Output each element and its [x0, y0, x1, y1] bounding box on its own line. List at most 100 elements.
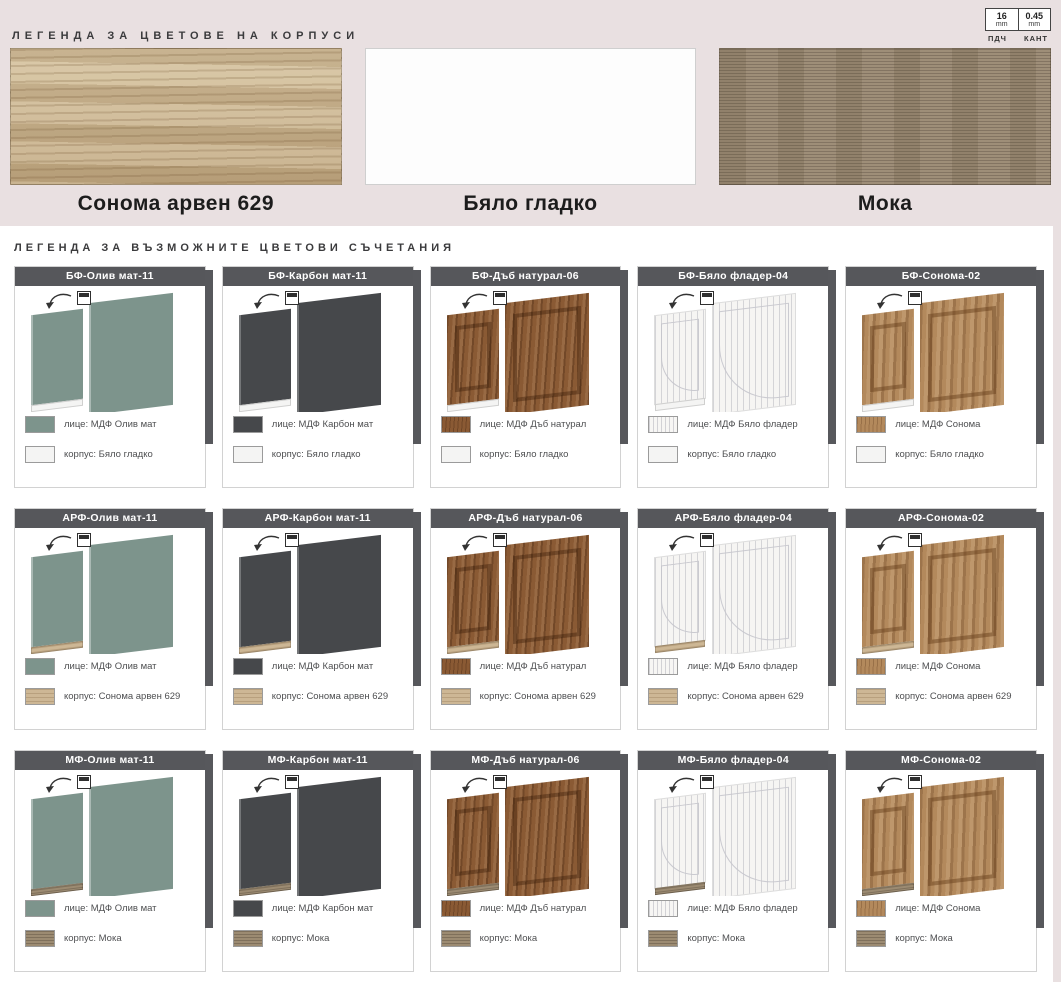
- cabinet-front-icon: [77, 291, 91, 305]
- face-row: лице: МДФ Карбон мат: [233, 898, 403, 918]
- korpus-swatch: [25, 688, 55, 705]
- cabinet-front-icon: [77, 533, 91, 547]
- face-swatch: [25, 416, 55, 433]
- combination-card: МФ-Олив мат-11 лице: МДФ Олив мат корпус…: [14, 750, 206, 972]
- card-header: МФ-Бяло фладер-04: [638, 751, 828, 770]
- cabinet-door-right: [89, 293, 173, 412]
- cabinet-door-left: [654, 309, 706, 405]
- card-visual: [223, 770, 413, 896]
- cabinet-front-icon: [700, 775, 714, 789]
- white-smooth-texture: [365, 48, 697, 185]
- cabinet-door-right: [297, 777, 381, 896]
- combination-card: АРФ-Карбон мат-11 лице: МДФ Карбон мат к…: [222, 508, 414, 730]
- curved-arrow-icon: [876, 292, 906, 312]
- face-label: лице: МДФ Дъб натурал: [480, 661, 587, 672]
- cabinet-front-icon: [77, 775, 91, 789]
- face-swatch: [441, 658, 471, 675]
- curved-arrow-icon: [253, 776, 283, 796]
- face-swatch: [856, 416, 886, 433]
- face-swatch: [233, 900, 263, 917]
- face-row: лице: МДФ Бяло фладер: [648, 656, 818, 676]
- card-title: БФ-Бяло фладер-04: [678, 270, 788, 282]
- card-title: МФ-Олив мат-11: [65, 754, 154, 766]
- korpus-swatch: [856, 688, 886, 705]
- cabinet-front-icon: [285, 291, 299, 305]
- curved-arrow-icon: [461, 534, 491, 554]
- face-row: лице: МДФ Дъб натурал: [441, 656, 611, 676]
- card-header: БФ-Дъб натурал-06: [431, 267, 621, 286]
- korpus-label: корпус: Мока: [480, 933, 538, 944]
- cabinet-front-icon: [908, 291, 922, 305]
- curved-arrow-icon: [45, 534, 75, 554]
- korpus-swatch: [856, 446, 886, 463]
- korpus-row: корпус: Сонома арвен 629: [25, 686, 195, 706]
- card-visual: [15, 528, 205, 654]
- korpus-row: корпус: Мока: [856, 928, 1026, 948]
- cabinet-front-icon: [700, 291, 714, 305]
- korpus-label: корпус: Бяло гладко: [895, 449, 984, 460]
- face-row: лице: МДФ Карбон мат: [233, 414, 403, 434]
- combination-card: БФ-Карбон мат-11 лице: МДФ Карбон мат ко…: [222, 266, 414, 488]
- korpus-swatch: [441, 688, 471, 705]
- face-label: лице: МДФ Карбон мат: [272, 419, 373, 430]
- spec-edge-unit: mm: [1019, 21, 1051, 29]
- combination-card: БФ-Дъб натурал-06 лице: МДФ Дъб натурал …: [430, 266, 622, 488]
- spec-thickness: 16 mm: [986, 9, 1018, 30]
- cabinet-front-icon: [493, 291, 507, 305]
- face-swatch: [648, 658, 678, 675]
- body-color-moka: Мока: [719, 48, 1051, 216]
- card-visual: [846, 770, 1036, 896]
- curved-arrow-icon: [253, 534, 283, 554]
- cabinet-door-left: [862, 309, 914, 405]
- cabinet-door-right: [89, 535, 173, 654]
- korpus-label: корпус: Сонома арвен 629: [272, 691, 388, 702]
- face-row: лице: МДФ Сонома: [856, 656, 1026, 676]
- card-title: БФ-Карбон мат-11: [268, 270, 367, 282]
- card-header: МФ-Карбон мат-11: [223, 751, 413, 770]
- cabinet-front-icon: [908, 775, 922, 789]
- sonoma-arven-texture: [10, 48, 342, 185]
- face-label: лице: МДФ Олив мат: [64, 661, 157, 672]
- combination-card: БФ-Сонома-02 лице: МДФ Сонома корпус: Бя…: [845, 266, 1037, 488]
- korpus-swatch: [25, 446, 55, 463]
- cabinet-door-right: [712, 777, 796, 896]
- card-title: БФ-Сонома-02: [902, 270, 981, 282]
- door-plinth: [31, 399, 83, 412]
- card-visual: [431, 770, 621, 896]
- face-label: лице: МДФ Сонома: [895, 661, 980, 672]
- cabinet-door-left: [447, 793, 499, 889]
- spec-thickness-value: 16: [986, 11, 1018, 21]
- card-header: МФ-Олив мат-11: [15, 751, 205, 770]
- cabinet-door-right: [89, 777, 173, 896]
- card-visual: [223, 286, 413, 412]
- korpus-row: корпус: Сонома арвен 629: [856, 686, 1026, 706]
- card-header: БФ-Олив мат-11: [15, 267, 205, 286]
- cabinet-door-right: [505, 777, 589, 896]
- face-row: лице: МДФ Бяло фладер: [648, 414, 818, 434]
- door-plinth: [239, 883, 291, 896]
- curved-arrow-icon: [668, 292, 698, 312]
- card-visual: [223, 528, 413, 654]
- cabinet-door-left: [447, 551, 499, 647]
- card-title: АРФ-Карбон мат-11: [265, 512, 371, 524]
- korpus-label: корпус: Мока: [272, 933, 330, 944]
- curved-arrow-icon: [253, 292, 283, 312]
- card-title: АРФ-Дъб натурал-06: [468, 512, 582, 524]
- cabinet-door-right: [297, 293, 381, 412]
- combination-card: БФ-Бяло фладер-04 лице: МДФ Бяло фладер …: [637, 266, 829, 488]
- curved-arrow-icon: [876, 534, 906, 554]
- moka-label: Мока: [719, 192, 1051, 216]
- card-visual: [431, 528, 621, 654]
- card-header: АРФ-Олив мат-11: [15, 509, 205, 528]
- korpus-row: корпус: Бяло гладко: [25, 444, 195, 464]
- face-swatch: [441, 416, 471, 433]
- cabinet-front-icon: [493, 775, 507, 789]
- cabinet-door-left: [31, 309, 83, 405]
- face-label: лице: МДФ Дъб натурал: [480, 419, 587, 430]
- card-visual: [846, 286, 1036, 412]
- cabinet-door-right: [505, 293, 589, 412]
- face-label: лице: МДФ Сонома: [895, 903, 980, 914]
- cabinet-door-left: [239, 551, 291, 647]
- korpus-row: корпус: Мока: [25, 928, 195, 948]
- spec-thickness-unit: mm: [986, 21, 1018, 29]
